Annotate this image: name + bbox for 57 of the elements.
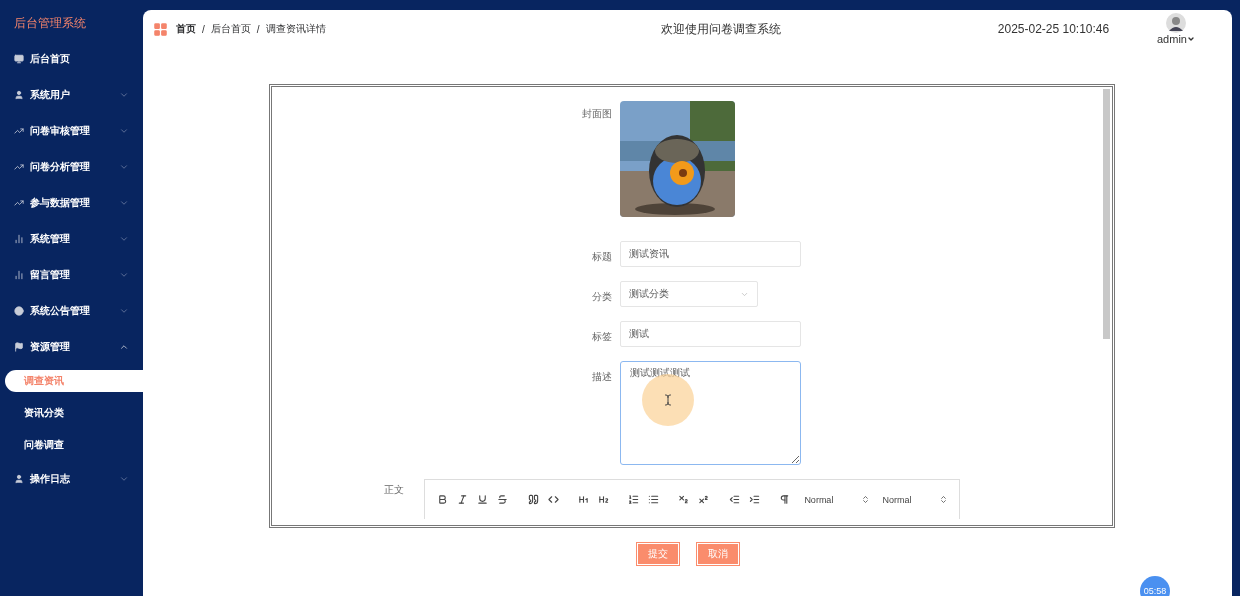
menu-icon — [14, 198, 24, 208]
sidebar-item[interactable]: 系统用户 — [0, 77, 143, 113]
menu-icon — [14, 162, 24, 172]
up-down-icon — [861, 495, 871, 504]
menu-icon — [14, 126, 24, 136]
breadcrumb-link[interactable]: 首页 — [176, 22, 196, 36]
sidebar-item[interactable]: 留言管理 — [0, 257, 143, 293]
field-label: 描述 — [590, 370, 612, 384]
menu-icon — [14, 234, 24, 244]
field-label: 标题 — [590, 250, 612, 264]
avatar-icon[interactable] — [1166, 13, 1186, 33]
user-menu[interactable]: admin — [1157, 33, 1195, 45]
up-down-icon — [939, 495, 949, 504]
menu-icon — [14, 306, 24, 316]
sidebar-item[interactable]: 后台首页 — [0, 41, 143, 77]
text-field[interactable]: 测试 — [619, 321, 801, 347]
text-field[interactable]: 测试资讯 — [619, 241, 801, 267]
text-cursor-icon — [662, 394, 674, 406]
sidebar-item[interactable]: 系统管理 — [0, 221, 143, 257]
menu-icon — [14, 54, 24, 64]
sidebar-item[interactable]: 系统公告管理 — [0, 293, 143, 329]
breadcrumb-separator: / — [256, 23, 260, 35]
chevron-down-icon — [119, 126, 129, 136]
datetime: 2025-02-25 10:10:46 — [996, 22, 1111, 36]
chevron-down-icon — [119, 162, 129, 172]
chevron-down-icon — [119, 306, 129, 316]
app-title: 后台管理系统 — [13, 15, 87, 32]
field-label: 正文 — [382, 483, 404, 497]
sidebar-item[interactable]: 操作日志 — [0, 461, 143, 497]
menu-icon — [14, 342, 24, 352]
breadcrumb-link[interactable]: 后台首页 — [210, 22, 251, 36]
chevron-down-icon — [119, 234, 129, 244]
submenu-item[interactable]: 资讯分类 — [0, 397, 143, 429]
sidebar-item[interactable]: 问卷审核管理 — [0, 113, 143, 149]
chevron-up-icon — [119, 342, 129, 352]
sidebar-item[interactable]: 参与数据管理 — [0, 185, 143, 221]
chevron-down-icon — [119, 90, 129, 100]
timer-badge: 05:58 — [1140, 576, 1170, 596]
field-label: 标签 — [590, 330, 612, 344]
caret-icon — [1186, 35, 1195, 43]
sidebar-item[interactable]: 问卷分析管理 — [0, 149, 143, 185]
breadcrumb-link[interactable]: 调查资讯详情 — [265, 22, 326, 36]
welcome-text: 欢迎使用问卷调查系统 — [660, 20, 782, 38]
field-label: 分类 — [590, 290, 612, 304]
sidebar-item[interactable]: 资源管理 — [0, 329, 143, 365]
chevron-down-icon — [119, 474, 129, 484]
menu-icon — [14, 90, 24, 100]
chevron-down-icon — [119, 198, 129, 208]
menu-icon — [14, 474, 24, 484]
field-label: 封面图 — [580, 107, 612, 121]
format-picker[interactable]: Normal — [882, 494, 949, 505]
menu-icon — [14, 270, 24, 280]
submenu-item[interactable]: 问卷调查 — [0, 429, 143, 461]
format-picker[interactable]: Normal — [804, 494, 871, 505]
chevron-down-icon — [119, 270, 129, 280]
breadcrumb-separator: / — [202, 23, 205, 35]
category-select[interactable]: 测试分类 — [619, 281, 758, 307]
